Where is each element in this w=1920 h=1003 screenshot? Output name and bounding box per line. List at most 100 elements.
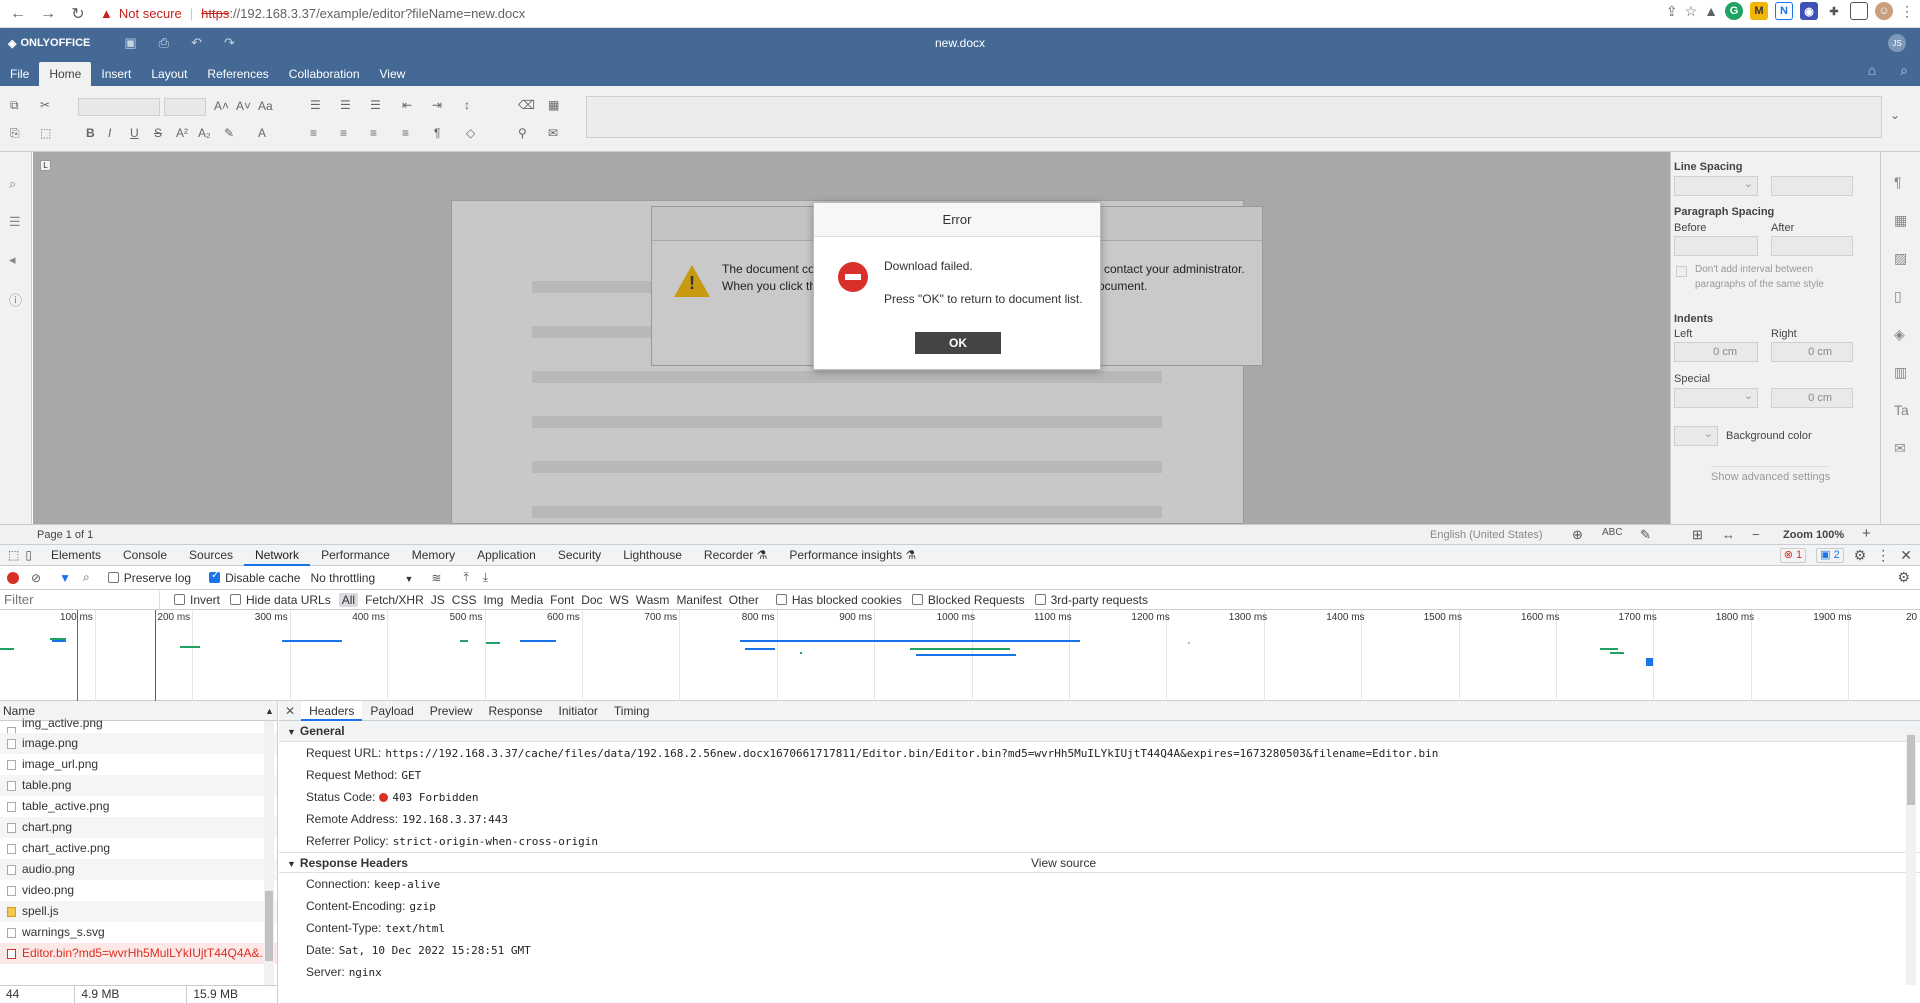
tab-insert[interactable]: Insert (91, 62, 141, 86)
line-spacing-icon[interactable]: ↕ (464, 98, 470, 112)
font-size-select[interactable] (164, 98, 206, 116)
disable-cache-checkbox[interactable]: Disable cache (209, 570, 300, 585)
details-tab-preview[interactable]: Preview (422, 701, 481, 721)
multilevel-icon[interactable]: ☰ (370, 98, 381, 112)
type-filter-wasm[interactable]: Wasm (636, 593, 670, 607)
mail-merge-icon[interactable]: ✉ (548, 126, 558, 140)
mail-merge-settings-icon[interactable]: ✉ (1894, 440, 1906, 457)
request-row[interactable]: img_active.png (0, 717, 277, 737)
shape-settings-icon[interactable]: ◈ (1894, 326, 1905, 343)
fit-page-icon[interactable]: ⊞ (1692, 527, 1703, 543)
language-globe-icon[interactable]: ⊕ (1572, 527, 1583, 543)
type-filter-doc[interactable]: Doc (581, 593, 602, 607)
general-section-header[interactable]: ▼ General (279, 721, 1920, 742)
indent-right-input[interactable]: 0 cm (1771, 342, 1853, 362)
reload-icon[interactable]: ↻ (66, 2, 90, 26)
background-color-picker[interactable] (1674, 425, 1718, 446)
extension-triangle-icon[interactable]: ▲ (1704, 3, 1718, 19)
image-settings-icon[interactable]: ▨ (1894, 250, 1907, 267)
request-list-scrollbar[interactable] (264, 721, 274, 985)
extension-camera-icon[interactable]: ◉ (1800, 2, 1818, 20)
export-har-icon[interactable]: ⤓ (483, 570, 488, 585)
fit-width-icon[interactable]: ↔ (1722, 527, 1735, 542)
spellcheck-icon[interactable]: ABC (1602, 527, 1623, 538)
align-right-icon[interactable]: ≡ (370, 126, 377, 140)
spacing-before-input[interactable] (1674, 236, 1758, 256)
more-options-icon[interactable]: ⋮ (1876, 547, 1890, 564)
devtools-tab-elements[interactable]: Elements (40, 545, 112, 566)
tab-view[interactable]: View (370, 62, 416, 86)
devtools-tab-lighthouse[interactable]: Lighthouse (612, 545, 693, 566)
nonprinting-icon[interactable]: ¶ (434, 126, 440, 140)
type-filter-manifest[interactable]: Manifest (676, 593, 721, 607)
close-devtools-icon[interactable]: ✕ (1900, 547, 1912, 564)
extensions-puzzle-icon[interactable]: ✚ (1825, 2, 1843, 20)
settings-gear-icon[interactable]: ⚙ (1854, 547, 1867, 564)
invert-checkbox[interactable]: Invert (174, 593, 220, 607)
network-conditions-icon[interactable]: ≋ (431, 571, 441, 585)
view-source-link[interactable]: View source (1031, 853, 1096, 874)
justify-icon[interactable]: ≡ (402, 126, 409, 140)
paragraph-settings-icon[interactable]: ¶ (1894, 174, 1902, 190)
expand-styles-icon[interactable]: ⌄ (1890, 108, 1900, 122)
throttling-select[interactable]: No throttling ▼ (310, 571, 413, 585)
side-panel-icon[interactable] (1850, 2, 1868, 20)
request-row[interactable]: chart.png (0, 817, 277, 838)
type-filter-img[interactable]: Img (483, 593, 503, 607)
italic-icon[interactable]: I (108, 126, 111, 140)
devtools-tab-performance-insights[interactable]: Performance insights ⚗ (778, 545, 927, 566)
grammarly-icon[interactable]: G (1725, 2, 1743, 20)
spacing-after-input[interactable] (1771, 236, 1853, 256)
back-icon[interactable]: ← (6, 2, 30, 26)
filter-icon[interactable]: ▼ (59, 571, 71, 585)
type-filter-all[interactable]: All (338, 592, 359, 607)
devtools-tab-recorder[interactable]: Recorder ⚗ (693, 545, 778, 566)
ok-button[interactable]: OK (915, 332, 1001, 354)
special-indent-select[interactable] (1674, 387, 1758, 408)
request-row[interactable]: table.png (0, 775, 277, 796)
devtools-tab-application[interactable]: Application (466, 545, 547, 566)
line-spacing-select[interactable] (1674, 175, 1758, 196)
request-row[interactable]: spell.js (0, 901, 277, 922)
close-details-icon[interactable]: ✕ (279, 704, 301, 718)
chart-settings-icon[interactable]: ▥ (1894, 364, 1907, 381)
preserve-log-checkbox[interactable]: Preserve log (107, 571, 191, 585)
blocked-requests-checkbox[interactable]: Blocked Requests (911, 593, 1025, 607)
subscript-icon[interactable]: A₂ (198, 126, 211, 140)
type-filter-js[interactable]: JS (431, 593, 445, 607)
devtools-tab-network[interactable]: Network (244, 545, 311, 566)
font-family-select[interactable] (78, 98, 160, 116)
extension-n-icon[interactable]: N (1775, 2, 1793, 20)
profile-avatar-icon[interactable]: ☺ (1875, 2, 1893, 20)
type-filter-ws[interactable]: WS (610, 593, 629, 607)
device-toolbar-icon[interactable]: ▯ (25, 548, 32, 562)
share-icon[interactable]: ⇪ (1666, 3, 1678, 20)
search-icon[interactable]: ⌕ (83, 570, 90, 585)
increase-font-icon[interactable]: A˄ (214, 99, 229, 113)
language-select[interactable]: English (United States) (1430, 529, 1543, 541)
filter-input[interactable] (0, 590, 160, 609)
zoom-out-icon[interactable]: − (1752, 527, 1760, 542)
user-avatar[interactable]: JS (1888, 34, 1906, 52)
open-location-icon[interactable]: ⌂ (1868, 62, 1876, 79)
feedback-icon[interactable]: ◂ (9, 252, 16, 268)
tab-file[interactable]: File (0, 62, 39, 86)
bold-icon[interactable]: B (86, 126, 95, 140)
numbering-icon[interactable]: ☰ (340, 98, 351, 112)
details-tab-timing[interactable]: Timing (606, 701, 658, 721)
error-count-badge[interactable]: ⊗ 1 (1779, 548, 1807, 563)
indent-left-input[interactable]: 0 cm (1674, 342, 1758, 362)
tab-references[interactable]: References (197, 62, 278, 86)
tab-stop-icon[interactable]: L (40, 160, 51, 171)
extension-m-icon[interactable]: M (1750, 2, 1768, 20)
clear-icon[interactable]: ⊘ (31, 571, 41, 585)
table-settings-icon[interactable]: ▦ (1894, 212, 1907, 229)
dont-add-interval-checkbox[interactable] (1676, 266, 1687, 277)
header-footer-icon[interactable]: ▯ (1894, 288, 1902, 305)
decrease-indent-icon[interactable]: ⇤ (402, 98, 412, 112)
request-row[interactable]: table_active.png (0, 796, 277, 817)
about-icon[interactable]: ⓘ (9, 290, 22, 309)
superscript-icon[interactable]: A² (176, 126, 188, 140)
special-indent-input[interactable]: 0 cm (1771, 388, 1853, 408)
forward-icon[interactable]: → (36, 2, 60, 26)
